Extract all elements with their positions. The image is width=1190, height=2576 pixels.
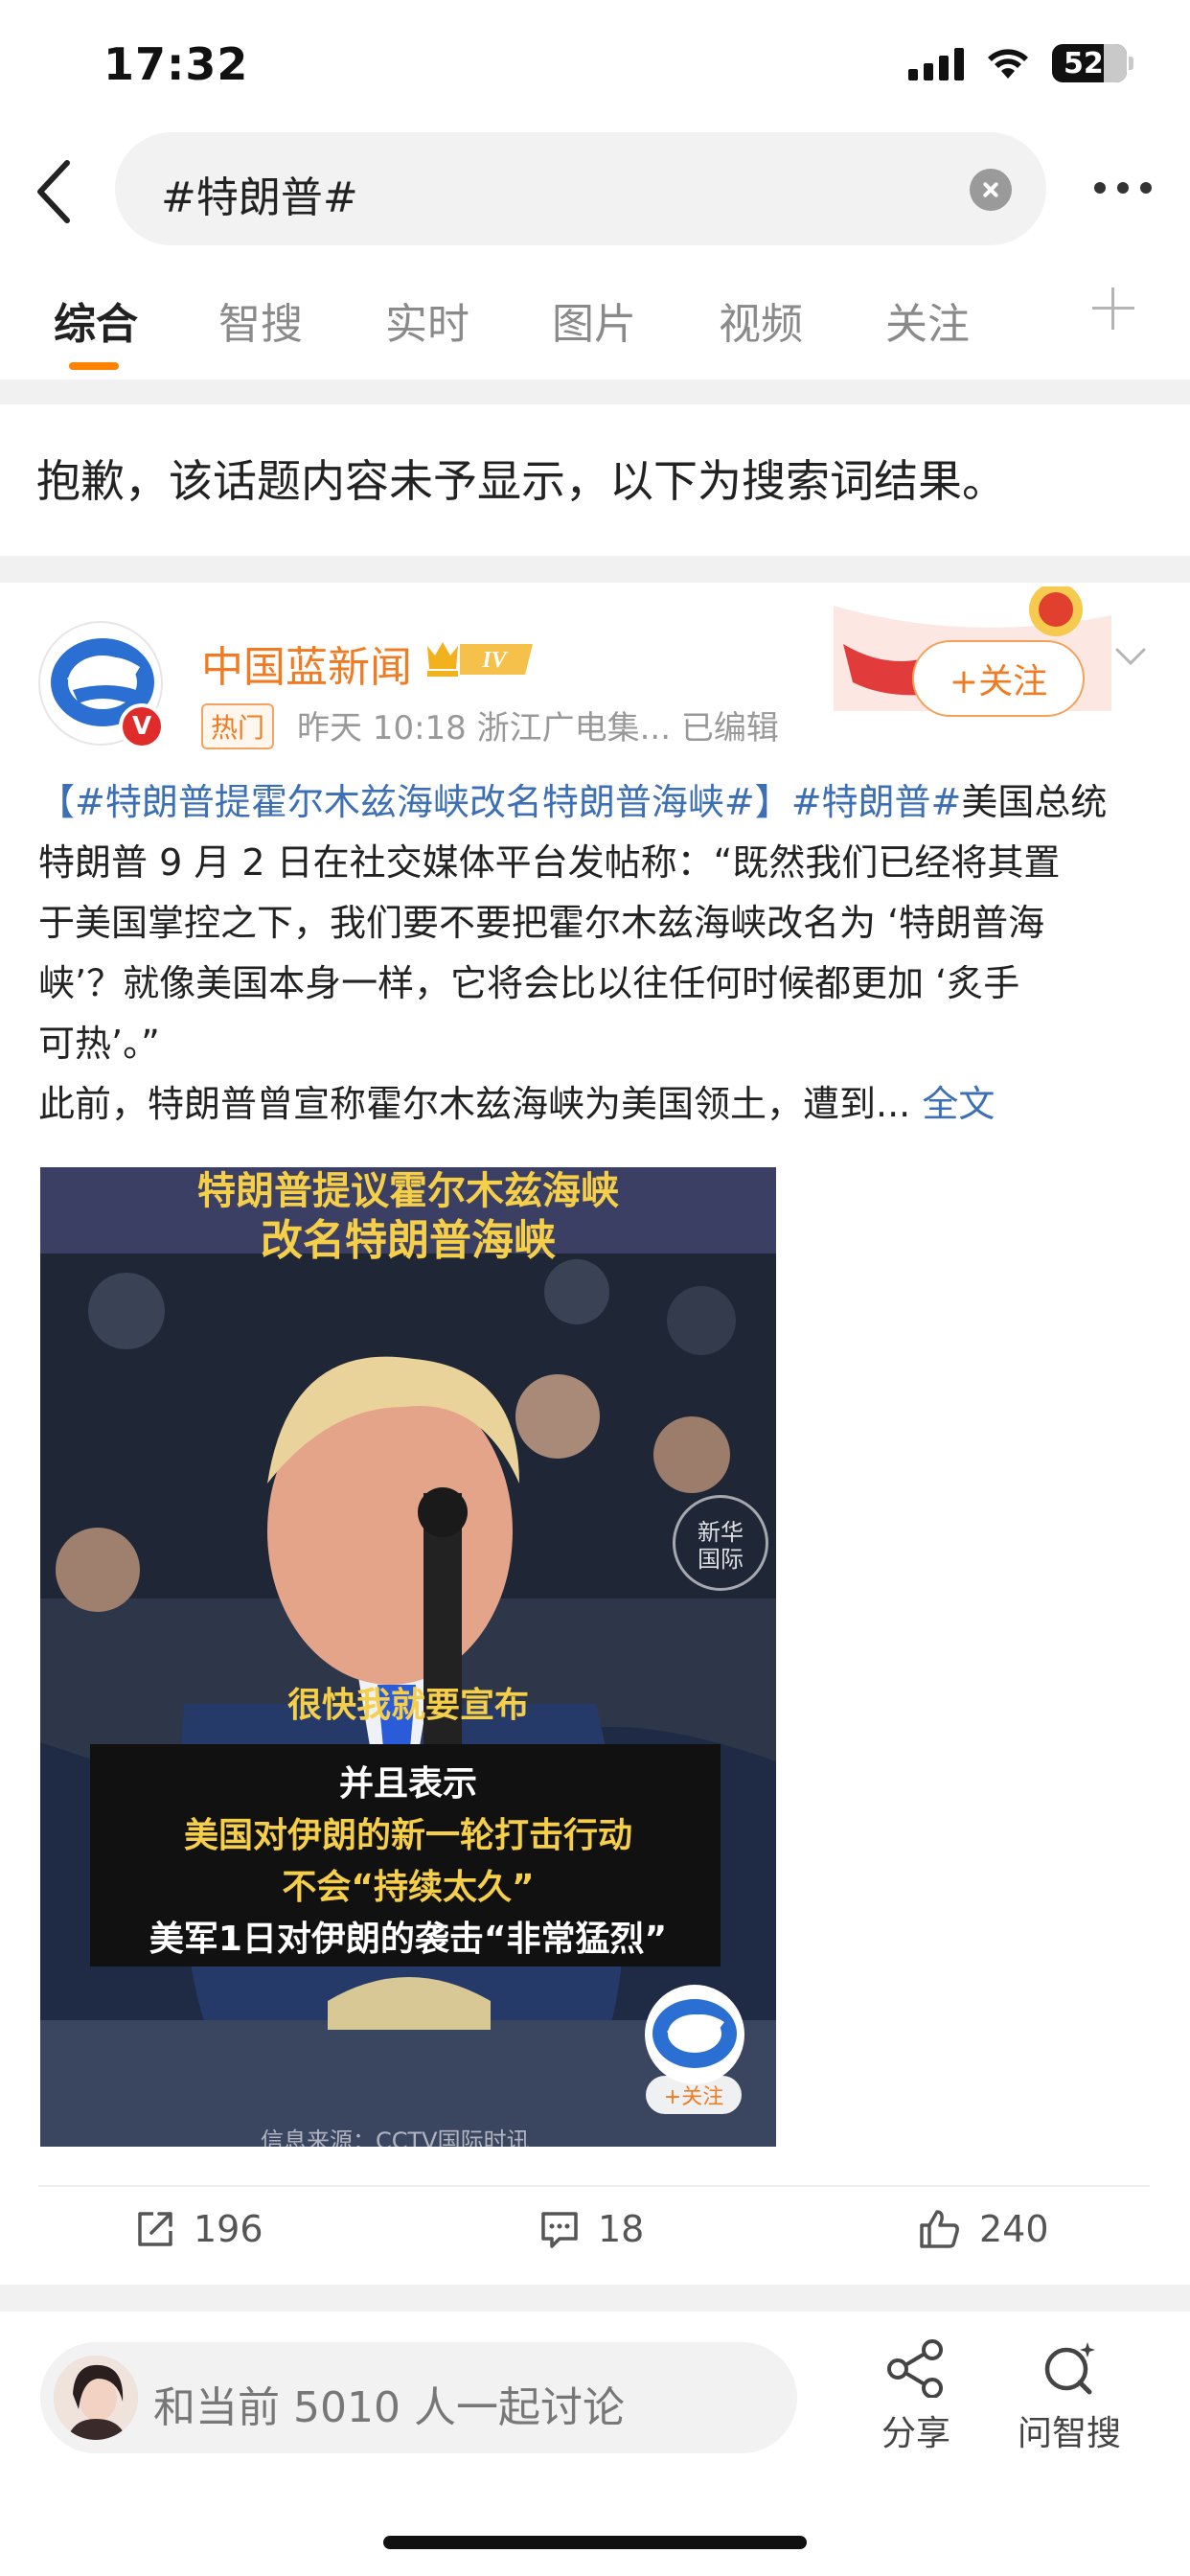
post-text-line: 美国总统 bbox=[961, 781, 1108, 823]
video-caption: 并且表示 bbox=[338, 1764, 477, 1804]
author-name[interactable]: 中国蓝新闻 bbox=[201, 632, 412, 694]
repost-button[interactable]: 196 bbox=[134, 2208, 263, 2250]
repost-count: 196 bbox=[194, 2208, 263, 2250]
video-caption: 美国对伊朗的新一轮打击行动 bbox=[183, 1816, 632, 1855]
repost-icon bbox=[138, 2212, 172, 2246]
post-video[interactable]: 特朗普提议霍尔木兹海峡 改名特朗普海峡 很快我就要宣布 并且表示 美国对伊朗的新… bbox=[40, 1167, 776, 2147]
post-meta: 昨天 10:18 浙江广电集... 已编辑 bbox=[297, 709, 779, 748]
discussion-input[interactable]: 和当前 5010 人一起讨论 bbox=[40, 2342, 797, 2453]
share-label: 分享 bbox=[881, 2414, 950, 2453]
chevron-down-icon[interactable] bbox=[1111, 642, 1150, 671]
more-icon[interactable] bbox=[1094, 182, 1152, 194]
content-hidden-notice: 抱歉，该话题内容未予显示，以下为搜索词结果。 bbox=[36, 455, 1006, 507]
clear-icon[interactable] bbox=[970, 169, 1012, 211]
share-icon bbox=[887, 2339, 943, 2398]
video-source: 信息来源：CCTV国际时讯 bbox=[261, 2128, 530, 2147]
status-time: 17:32 bbox=[103, 38, 249, 90]
post-text-line: 可热’。” bbox=[38, 1023, 160, 1065]
like-icon bbox=[920, 2210, 959, 2248]
ai-search-icon bbox=[1044, 2342, 1095, 2395]
comment-count: 18 bbox=[598, 2208, 645, 2250]
member-level-text: IV bbox=[481, 648, 508, 673]
video-caption: 美军1日对伊朗的袭击“非常猛烈” bbox=[149, 1920, 668, 1959]
post-text-line: 于美国掌控之下，我们要不要把霍尔木兹海峡改名为 ‘特朗普海 bbox=[38, 902, 1045, 944]
tab-videos[interactable]: 视频 bbox=[719, 289, 803, 351]
topic-tag[interactable]: #特朗普# bbox=[791, 781, 962, 823]
tab-bar: 综合 智搜 实时 图片 视频 关注 bbox=[0, 278, 1190, 374]
post-text: 【#特朗普提霍尔木兹海峡改名特朗普海峡#】#特朗普#美国总统 特朗普 9 月 2… bbox=[38, 772, 1159, 1135]
post-text-line: 峡’？就像美国本身一样，它将会比以往任何时候都更加 ‘炙手 bbox=[38, 962, 1020, 1004]
full-text-link[interactable]: 全文 bbox=[922, 1083, 995, 1125]
discussion-placeholder: 和当前 5010 人一起讨论 bbox=[153, 2383, 625, 2432]
search-query: #特朗普# bbox=[161, 173, 358, 222]
section-divider bbox=[0, 380, 1190, 404]
tab-realtime[interactable]: 实时 bbox=[385, 289, 469, 351]
like-count: 240 bbox=[979, 2208, 1049, 2250]
member-level-badge: IV bbox=[427, 642, 533, 677]
active-tab-indicator bbox=[69, 362, 119, 370]
comment-button[interactable]: 18 bbox=[538, 2208, 644, 2250]
tab-following[interactable]: 关注 bbox=[885, 289, 970, 351]
hot-badge: 热门 bbox=[201, 703, 275, 749]
video-caption: 很快我就要宣布 bbox=[286, 1686, 529, 1725]
section-divider bbox=[0, 556, 1190, 583]
action-divider bbox=[38, 2185, 1150, 2187]
video-follow-button[interactable]: +关注 bbox=[646, 2076, 742, 2114]
xinhua-watermark: 新华 国际 bbox=[673, 1495, 768, 1591]
post-text-line: 特朗普 9 月 2 日在社交媒体平台发帖称：“既然我们已经将其置 bbox=[38, 841, 1061, 884]
tab-general[interactable]: 综合 bbox=[54, 289, 138, 351]
user-avatar bbox=[54, 2356, 138, 2440]
video-title-line: 改名特朗普海峡 bbox=[261, 1216, 556, 1265]
comment-icon bbox=[541, 2212, 578, 2248]
add-tab-icon[interactable] bbox=[1092, 288, 1134, 330]
battery-icon: 52 bbox=[1052, 44, 1133, 82]
topic-tag[interactable]: 【#特朗普提霍尔木兹海峡改名特朗普海峡#】 bbox=[38, 781, 791, 823]
verified-icon: V bbox=[119, 703, 165, 749]
video-caption: 不会“持续太久” bbox=[282, 1868, 535, 1907]
home-indicator bbox=[383, 2536, 807, 2549]
battery-level: 52 bbox=[1064, 46, 1104, 80]
follow-button[interactable]: +关注 bbox=[912, 640, 1085, 717]
cellular-signal-icon bbox=[908, 46, 964, 80]
search-input[interactable]: #特朗普# bbox=[115, 132, 1046, 245]
zhejiang-tv-logo-icon bbox=[645, 1985, 744, 2084]
share-button[interactable]: 分享 bbox=[849, 2338, 983, 2455]
back-icon[interactable] bbox=[27, 153, 84, 230]
tab-ai-search[interactable]: 智搜 bbox=[218, 289, 303, 351]
like-button[interactable]: 240 bbox=[918, 2208, 1049, 2250]
post-text-line: 此前，特朗普曾宣称霍尔木兹海峡为美国领土，遭到... bbox=[38, 1083, 911, 1125]
wifi-icon bbox=[988, 49, 1028, 79]
ask-ai-label: 问智搜 bbox=[1017, 2414, 1121, 2453]
status-bar: 17:32 52 bbox=[0, 0, 1190, 129]
status-icons: 52 bbox=[908, 42, 1133, 84]
tab-images[interactable]: 图片 bbox=[552, 289, 636, 351]
section-divider bbox=[0, 2285, 1190, 2312]
ask-ai-button[interactable]: 问智搜 bbox=[1002, 2338, 1136, 2455]
